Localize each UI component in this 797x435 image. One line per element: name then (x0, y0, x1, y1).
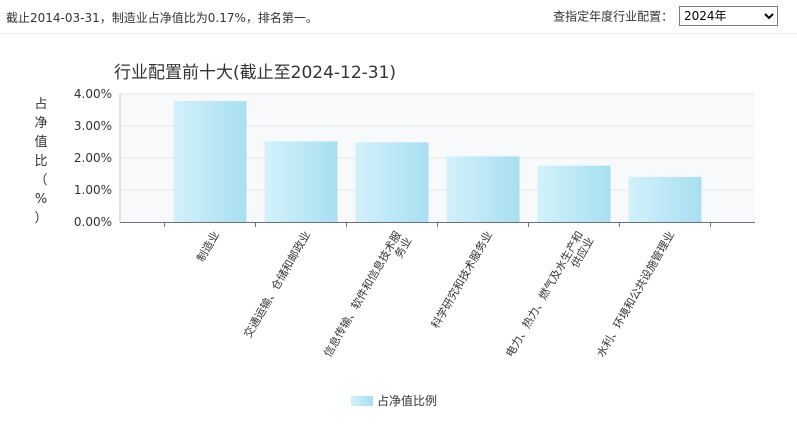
bar[interactable] (628, 176, 702, 222)
year-picker: 查指定年度行业配置： 2024年 (553, 6, 778, 26)
year-picker-label: 查指定年度行业配置： (553, 9, 674, 24)
y-tick-label: 2.00% (74, 151, 112, 165)
legend[interactable]: 占净值比例 (351, 393, 437, 408)
y-tick-label: 0.00% (74, 215, 112, 229)
bar[interactable] (355, 142, 429, 222)
y-tick-label: 4.00% (74, 87, 112, 101)
bar[interactable] (264, 141, 338, 222)
y-axis-label-char: 占 (34, 97, 47, 112)
y-tick-label: 3.00% (74, 119, 112, 133)
y-axis-label: 占净值比 （% ） (34, 97, 47, 226)
x-tick-label-line: 交通运输、仓储和邮政业 (240, 229, 313, 341)
year-select[interactable]: 2024年 (679, 6, 778, 26)
x-tick-label: 制造业 (193, 229, 222, 265)
x-tick-label: 科学研究和技术服务业 (428, 229, 495, 331)
bar[interactable] (446, 156, 520, 222)
x-tick-label: 交通运输、仓储和邮政业 (240, 229, 313, 341)
bar[interactable] (173, 101, 247, 222)
top-bar: 截止2014-03-31，制造业占净值比为0.17%，排名第一。 查指定年度行业… (0, 0, 797, 33)
legend-label[interactable]: 占净值比例 (377, 393, 437, 408)
info-text: 截止2014-03-31，制造业占净值比为0.17%，排名第一。 (6, 11, 318, 25)
y-axis-label-char: （ (34, 173, 47, 188)
x-tick-label: 信息传输、软件和信息技术服务业 (320, 229, 414, 360)
x-tick-label-line: 科学研究和技术服务业 (428, 229, 495, 331)
y-axis: 0.00% 1.00% 2.00% 3.00% 4.00% (74, 87, 121, 229)
y-axis-label-char: 比 (34, 154, 47, 169)
x-tick-label: 电力、热力、燃气及水生产和供应业 (502, 229, 596, 360)
x-tick-label-line: 水利、环境和公共设施管理业 (593, 229, 677, 360)
x-axis-labels: 制造业 交通运输、仓储和邮政业 信息传输、软件和信息技术服务业 科学研究和技术服务业电… (193, 229, 677, 360)
y-axis-label-char: ） (34, 211, 47, 226)
industry-bar-chart: 行业配置前十大(截止至2024-12-31) 0.00% 1.00% 2.00% 3.… (34, 63, 755, 408)
y-axis-label-char: 净 (34, 116, 47, 131)
y-axis-label-char: % (35, 192, 47, 207)
x-tick-label-line: 制造业 (193, 229, 222, 265)
x-tick-label-line: 电力、热力、燃气及水生产和 (502, 229, 586, 360)
legend-swatch[interactable] (351, 396, 373, 406)
x-axis (120, 222, 755, 227)
y-axis-label-char: 值 (34, 134, 47, 150)
y-tick-label: 1.00% (74, 183, 112, 197)
bar[interactable] (537, 165, 611, 222)
x-tick-label-line: 信息传输、软件和信息技术服 (320, 229, 404, 360)
x-tick-label: 水利、环境和公共设施管理业 (593, 229, 677, 360)
chart-title: 行业配置前十大(截止至2024-12-31) (114, 63, 396, 83)
